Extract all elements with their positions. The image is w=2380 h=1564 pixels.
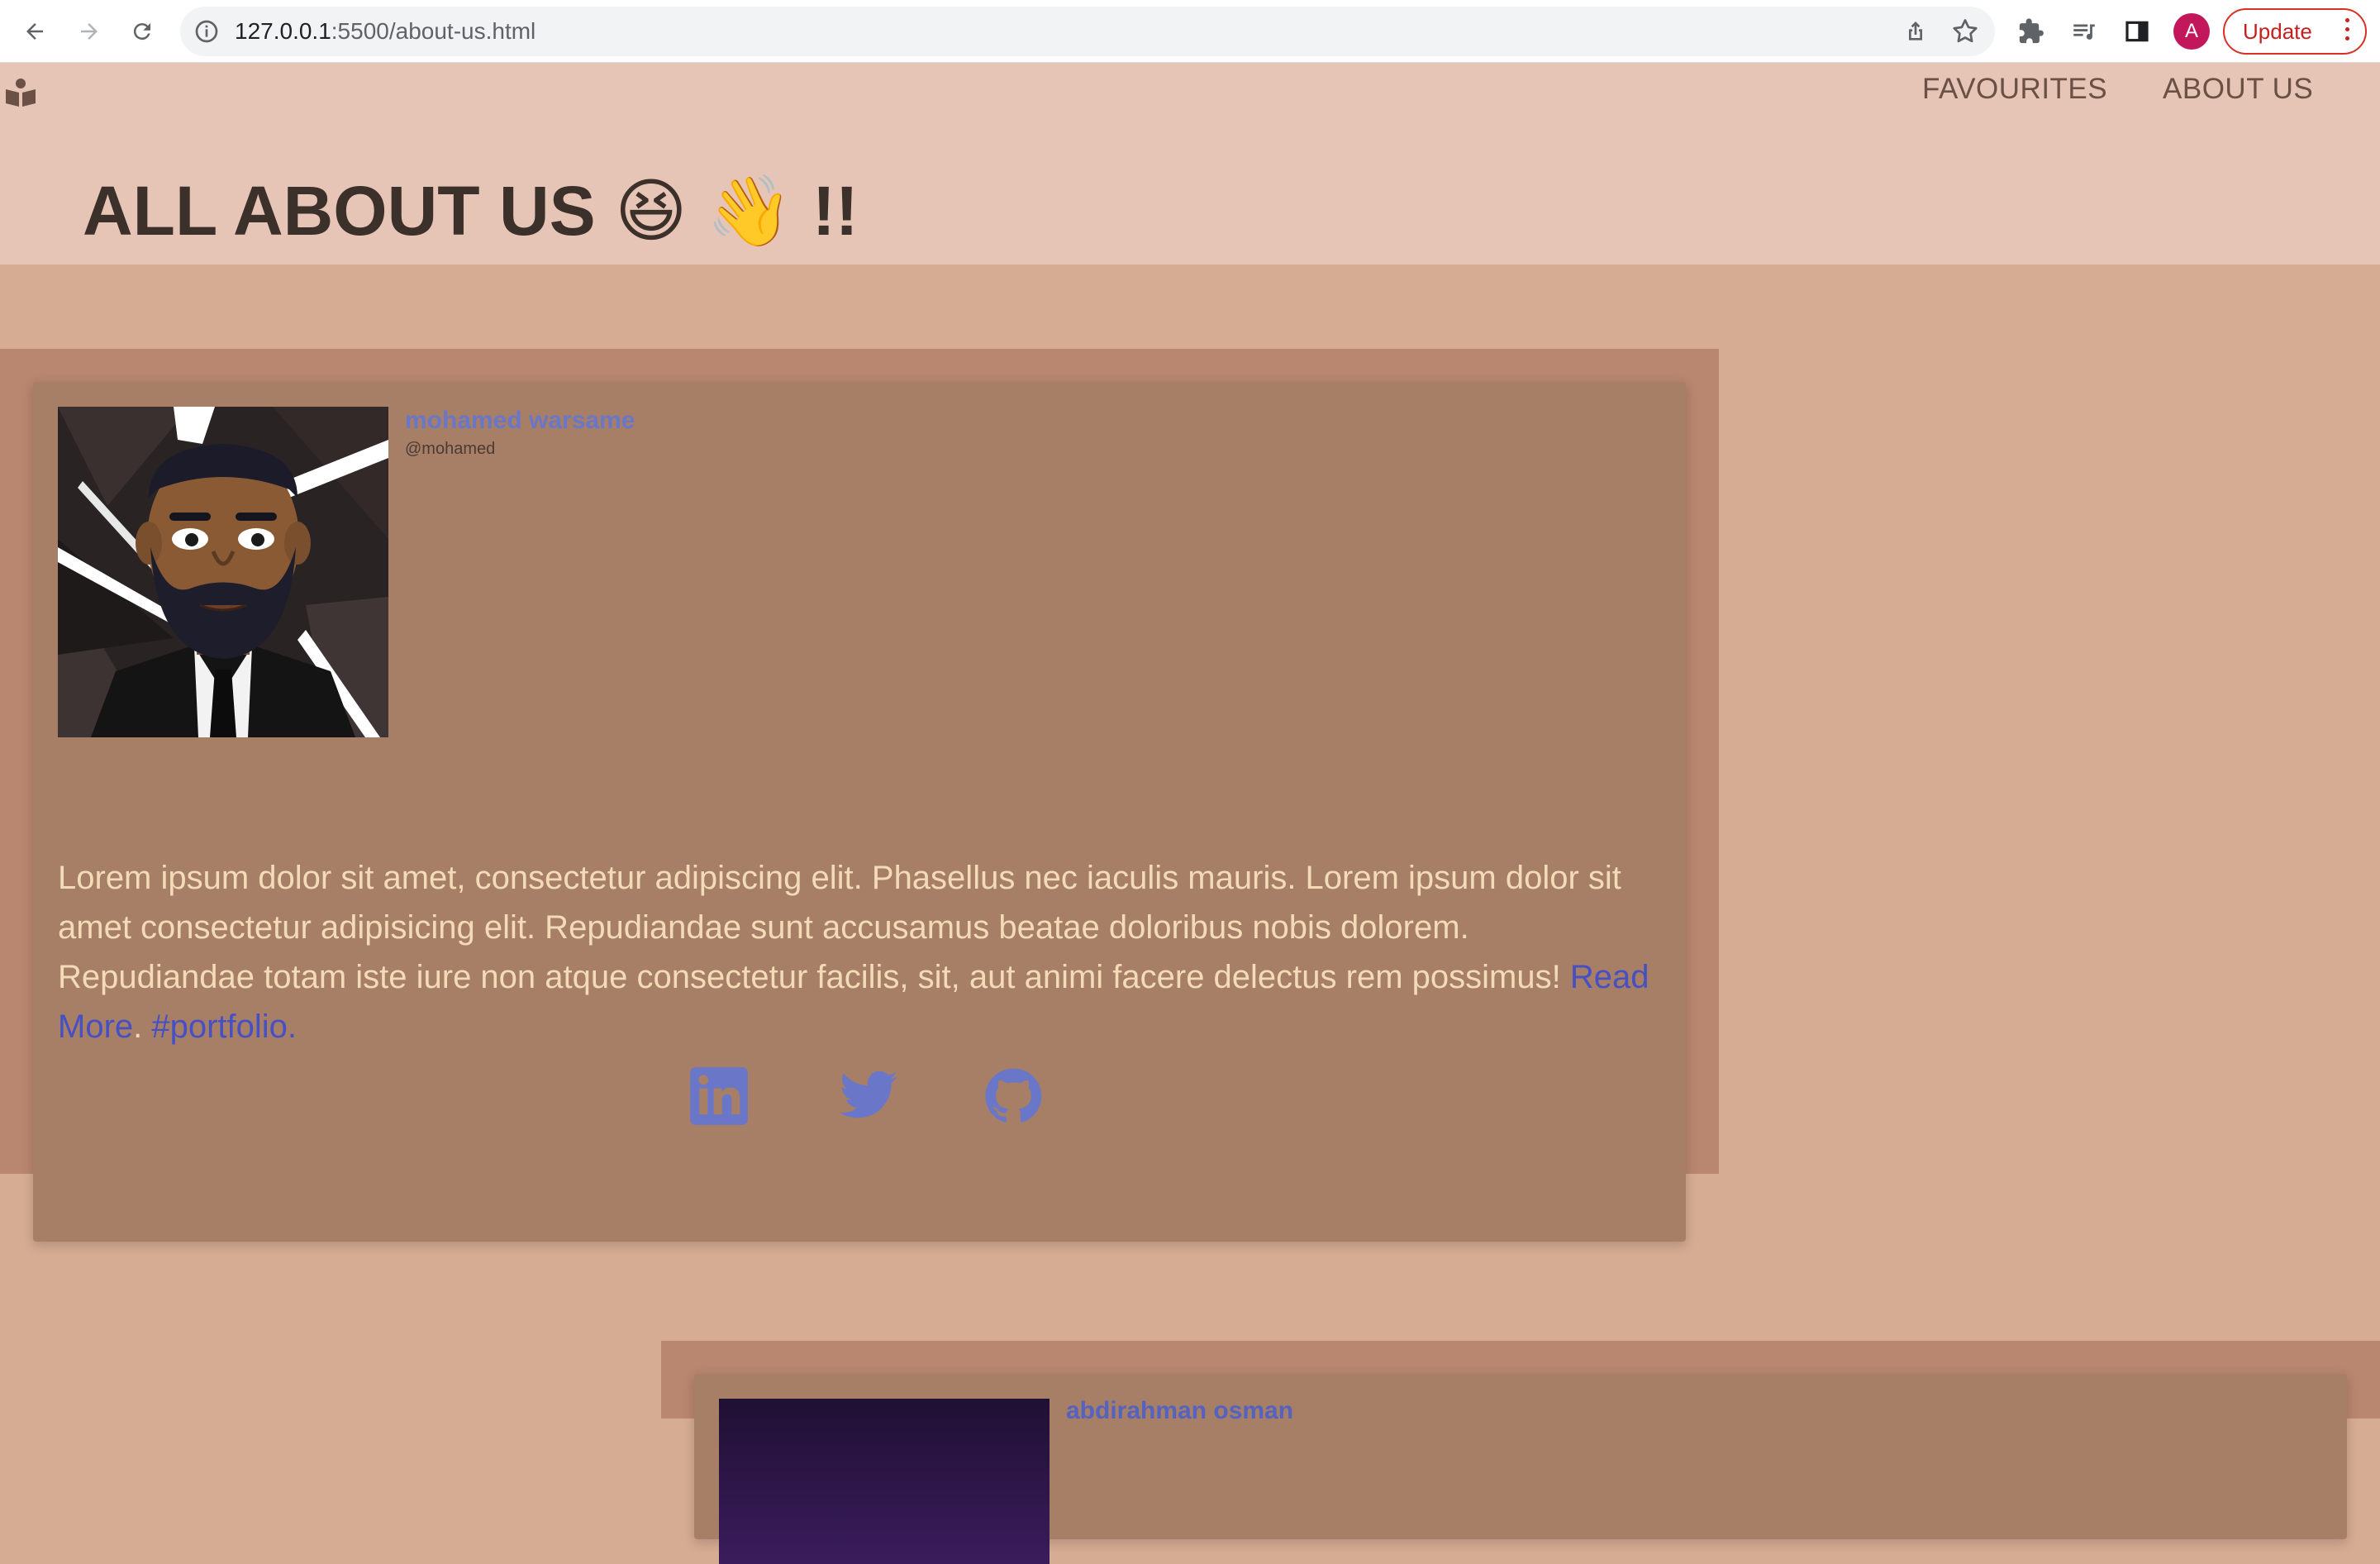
media-button[interactable] <box>2066 13 2102 50</box>
info-icon[interactable] <box>193 18 220 45</box>
portfolio-hashtag-link[interactable]: #portfolio. <box>151 1008 297 1045</box>
reload-button[interactable] <box>124 13 160 50</box>
page-title: ALL ABOUT US 😆 👋 !! <box>83 172 859 250</box>
kebab-menu-icon[interactable] <box>2345 18 2350 43</box>
back-button[interactable] <box>17 13 53 50</box>
puzzle-icon <box>2019 18 2044 44</box>
update-label: Update <box>2243 19 2312 44</box>
browser-toolbar: 127.0.0.1:5500/about-us.html A Update <box>0 0 2380 63</box>
github-icon[interactable] <box>982 1065 1045 1128</box>
extensions-button[interactable] <box>2013 13 2049 50</box>
member-card: mohamed warsame @mohamed Lorem ipsum dol… <box>33 382 1686 1242</box>
member-name[interactable]: abdirahman osman <box>1066 1397 1293 1425</box>
forward-arrow-icon <box>81 23 98 40</box>
member-handle: @mohamed <box>405 440 496 458</box>
book-reader-icon[interactable] <box>5 78 36 107</box>
member-name[interactable]: mohamed warsame <box>405 407 635 435</box>
side-panel-button[interactable] <box>2119 13 2155 50</box>
profile-picture <box>58 407 388 737</box>
share-icon[interactable] <box>1902 18 1929 45</box>
address-bar[interactable]: 127.0.0.1:5500/about-us.html <box>180 7 1995 56</box>
url-host: 127.0.0.1 <box>235 18 331 44</box>
back-arrow-icon <box>26 23 43 40</box>
reload-icon <box>133 23 150 41</box>
twitter-icon[interactable] <box>833 1065 904 1128</box>
bio-separator: . <box>133 1008 152 1045</box>
linkedin-icon[interactable] <box>688 1065 750 1128</box>
profile-avatar[interactable]: A <box>2173 13 2210 50</box>
bookmark-star-icon[interactable] <box>1950 17 1980 46</box>
profile-picture <box>719 1399 1050 1564</box>
member-card: abdirahman osman <box>694 1374 2347 1564</box>
url-text: 127.0.0.1:5500/about-us.html <box>235 7 536 56</box>
nav-link-about-us[interactable]: ABOUT US <box>2163 73 2313 106</box>
playlist-icon <box>2073 24 2095 40</box>
url-path: :5500/about-us.html <box>331 18 536 44</box>
bio-text: Lorem ipsum dolor sit amet, consectetur … <box>58 860 1621 995</box>
side-panel-icon <box>2125 21 2149 42</box>
social-links <box>688 1065 1076 1131</box>
update-button[interactable]: Update <box>2223 8 2367 55</box>
member-bio: Lorem ipsum dolor sit amet, consectetur … <box>58 853 1661 1051</box>
nav-link-favourites[interactable]: FAVOURITES <box>1922 73 2107 106</box>
forward-button[interactable] <box>71 13 107 50</box>
site-header: FAVOURITES ABOUT US ALL ABOUT US 😆 👋 !! <box>0 63 2380 265</box>
